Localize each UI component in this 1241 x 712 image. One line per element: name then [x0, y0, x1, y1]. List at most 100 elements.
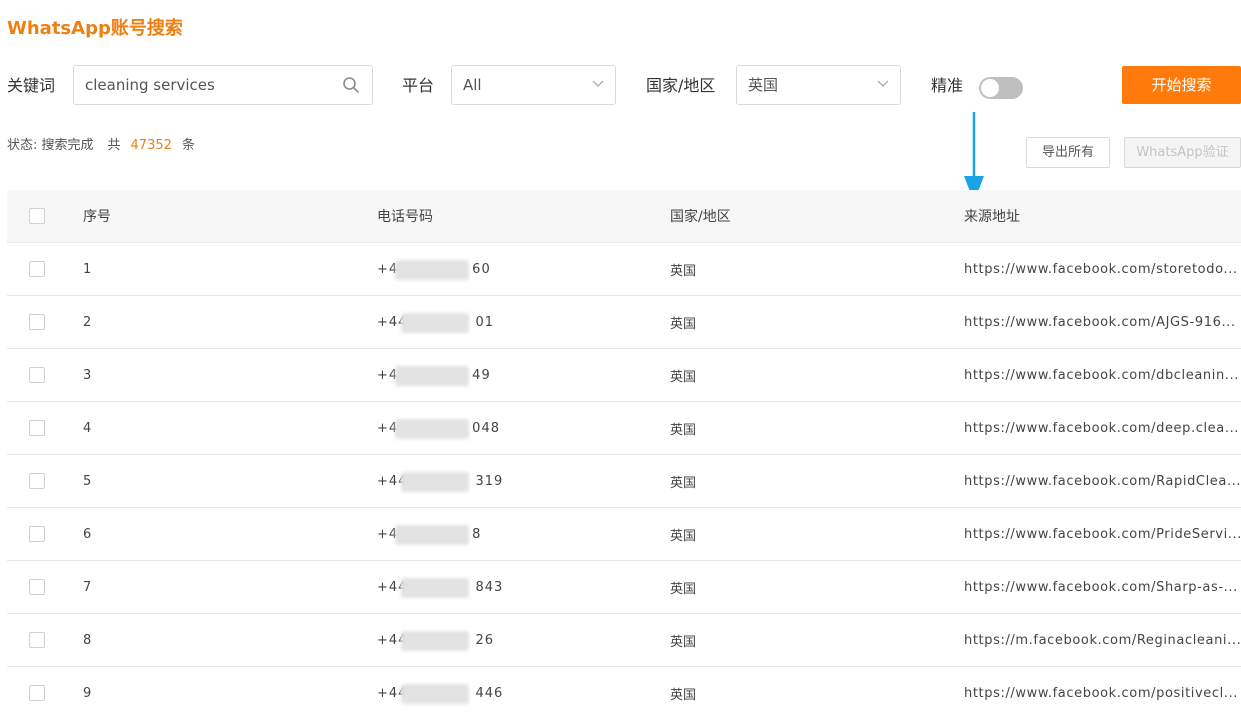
row-checkbox[interactable]	[29, 526, 45, 542]
phone-redaction	[401, 683, 469, 704]
status-text: 状态: 搜索完成	[7, 138, 94, 153]
row-source-link[interactable]: https://www.facebook.com/PrideServi...	[964, 508, 1241, 560]
chevron-down-icon	[592, 80, 604, 87]
page-title: WhatsApp账号搜索	[7, 18, 183, 39]
row-source-link[interactable]: https://www.facebook.com/AJGS-916...	[964, 296, 1241, 348]
phone-redaction	[395, 259, 469, 280]
search-icon[interactable]	[342, 76, 360, 94]
row-index: 5	[83, 473, 92, 489]
row-index: 9	[83, 685, 92, 701]
phone-redaction	[401, 471, 469, 492]
row-source-link[interactable]: https://www.facebook.com/storetodo...	[964, 243, 1241, 295]
table-row[interactable]: 3 +4 49 英国 https://www.facebook.com/dbcleani…	[7, 349, 1241, 402]
row-checkbox[interactable]	[29, 314, 45, 330]
phone-redaction	[401, 630, 469, 651]
total-count: 47352	[130, 138, 172, 153]
row-phone: +4 60	[377, 243, 491, 295]
country-label: 国家/地区	[646, 76, 716, 95]
platform-label: 平台	[402, 76, 435, 95]
row-country: 英国	[670, 687, 697, 703]
phone-redaction	[401, 577, 469, 598]
exact-toggle[interactable]	[979, 77, 1023, 99]
table-row[interactable]: 6 +4 8 英国 https://www.facebook.com/PrideServ…	[7, 508, 1241, 561]
row-country: 英国	[670, 581, 697, 597]
phone-redaction	[395, 365, 469, 386]
keyword-input-value: cleaning services	[85, 76, 215, 94]
row-index: 7	[83, 579, 92, 595]
row-phone: +44 319	[377, 455, 503, 507]
header-source: 来源地址	[964, 209, 1020, 225]
row-checkbox[interactable]	[29, 632, 45, 648]
row-checkbox[interactable]	[29, 367, 45, 383]
phone-redaction	[395, 524, 469, 545]
table-row[interactable]: 9 +44 446 英国 https://www.facebook.com/positi…	[7, 667, 1241, 712]
row-checkbox[interactable]	[29, 685, 45, 701]
row-country: 英国	[670, 422, 697, 438]
row-source-link[interactable]: https://www.facebook.com/deep.clea...	[964, 402, 1241, 454]
platform-select[interactable]: All	[451, 65, 616, 105]
row-index: 1	[83, 261, 92, 277]
row-source-link[interactable]: https://www.facebook.com/Sharp-as-...	[964, 561, 1241, 613]
row-country: 英国	[670, 263, 697, 279]
phone-suffix: 49	[472, 367, 491, 383]
chevron-down-icon	[877, 80, 889, 87]
row-country: 英国	[670, 634, 697, 650]
platform-select-value: All	[463, 76, 482, 94]
row-source-link[interactable]: https://www.facebook.com/dbcleanin...	[964, 349, 1241, 401]
row-phone: +4 49	[377, 349, 491, 401]
phone-suffix: 26	[475, 632, 494, 648]
table-row[interactable]: 8 +44 26 英国 https://m.facebook.com/Reginacle…	[7, 614, 1241, 667]
row-index: 2	[83, 314, 92, 330]
row-index: 3	[83, 367, 92, 383]
table-header: 序号 电话号码 国家/地区 来源地址	[7, 190, 1241, 243]
row-source-link[interactable]: https://m.facebook.com/Reginacleani...	[964, 614, 1241, 666]
results-table: 序号 电话号码 国家/地区 来源地址 1 +4 60 英国 https://www.fa…	[7, 190, 1241, 712]
table-row[interactable]: 1 +4 60 英国 https://www.facebook.com/storetod…	[7, 243, 1241, 296]
row-source-link[interactable]: https://www.facebook.com/RapidClea...	[964, 455, 1241, 507]
table-row[interactable]: 4 +4 048 英国 https://www.facebook.com/deep.cl…	[7, 402, 1241, 455]
exact-label: 精准	[931, 76, 964, 95]
keyword-input[interactable]: cleaning services	[73, 65, 373, 105]
row-checkbox[interactable]	[29, 261, 45, 277]
table-row[interactable]: 7 +44 843 英国 https://www.facebook.com/Sharp-…	[7, 561, 1241, 614]
row-phone: +44 446	[377, 667, 503, 712]
total-suffix: 条	[181, 138, 195, 153]
phone-redaction	[401, 312, 469, 333]
row-country: 英国	[670, 528, 697, 544]
export-all-button[interactable]: 导出所有	[1026, 137, 1110, 168]
table-row[interactable]: 2 +44 01 英国 https://www.facebook.com/AJGS-91…	[7, 296, 1241, 349]
country-select[interactable]: 英国	[736, 65, 901, 105]
search-status: 状态: 搜索完成共 47352 条	[7, 138, 195, 154]
phone-suffix: 319	[475, 473, 504, 489]
start-search-button[interactable]: 开始搜索	[1122, 66, 1241, 104]
select-all-checkbox[interactable]	[29, 208, 45, 224]
row-phone: +4 8	[377, 508, 481, 560]
keyword-label: 关键词	[7, 76, 56, 95]
row-source-link[interactable]: https://www.facebook.com/positivecl...	[964, 667, 1241, 712]
row-country: 英国	[670, 316, 697, 332]
row-phone: +4 048	[377, 402, 500, 454]
total-prefix: 共	[107, 138, 121, 153]
toggle-knob	[981, 79, 999, 97]
whatsapp-verify-button[interactable]: WhatsApp验证	[1124, 137, 1241, 168]
phone-suffix: 446	[475, 685, 504, 701]
table-body: 1 +4 60 英国 https://www.facebook.com/storetod…	[7, 243, 1241, 712]
row-checkbox[interactable]	[29, 420, 45, 436]
row-index: 4	[83, 420, 92, 436]
row-index: 8	[83, 632, 92, 648]
phone-suffix: 048	[472, 420, 500, 436]
phone-suffix: 01	[475, 314, 494, 330]
phone-redaction	[395, 418, 469, 439]
row-country: 英国	[670, 369, 697, 385]
row-phone: +44 843	[377, 561, 503, 613]
header-index: 序号	[83, 209, 111, 225]
row-checkbox[interactable]	[29, 579, 45, 595]
row-phone: +44 26	[377, 614, 494, 666]
table-row[interactable]: 5 +44 319 英国 https://www.facebook.com/RapidC…	[7, 455, 1241, 508]
header-phone: 电话号码	[377, 209, 433, 225]
row-checkbox[interactable]	[29, 473, 45, 489]
row-phone: +44 01	[377, 296, 494, 348]
row-country: 英国	[670, 475, 697, 491]
country-select-value: 英国	[748, 76, 779, 94]
phone-suffix: 843	[475, 579, 504, 595]
